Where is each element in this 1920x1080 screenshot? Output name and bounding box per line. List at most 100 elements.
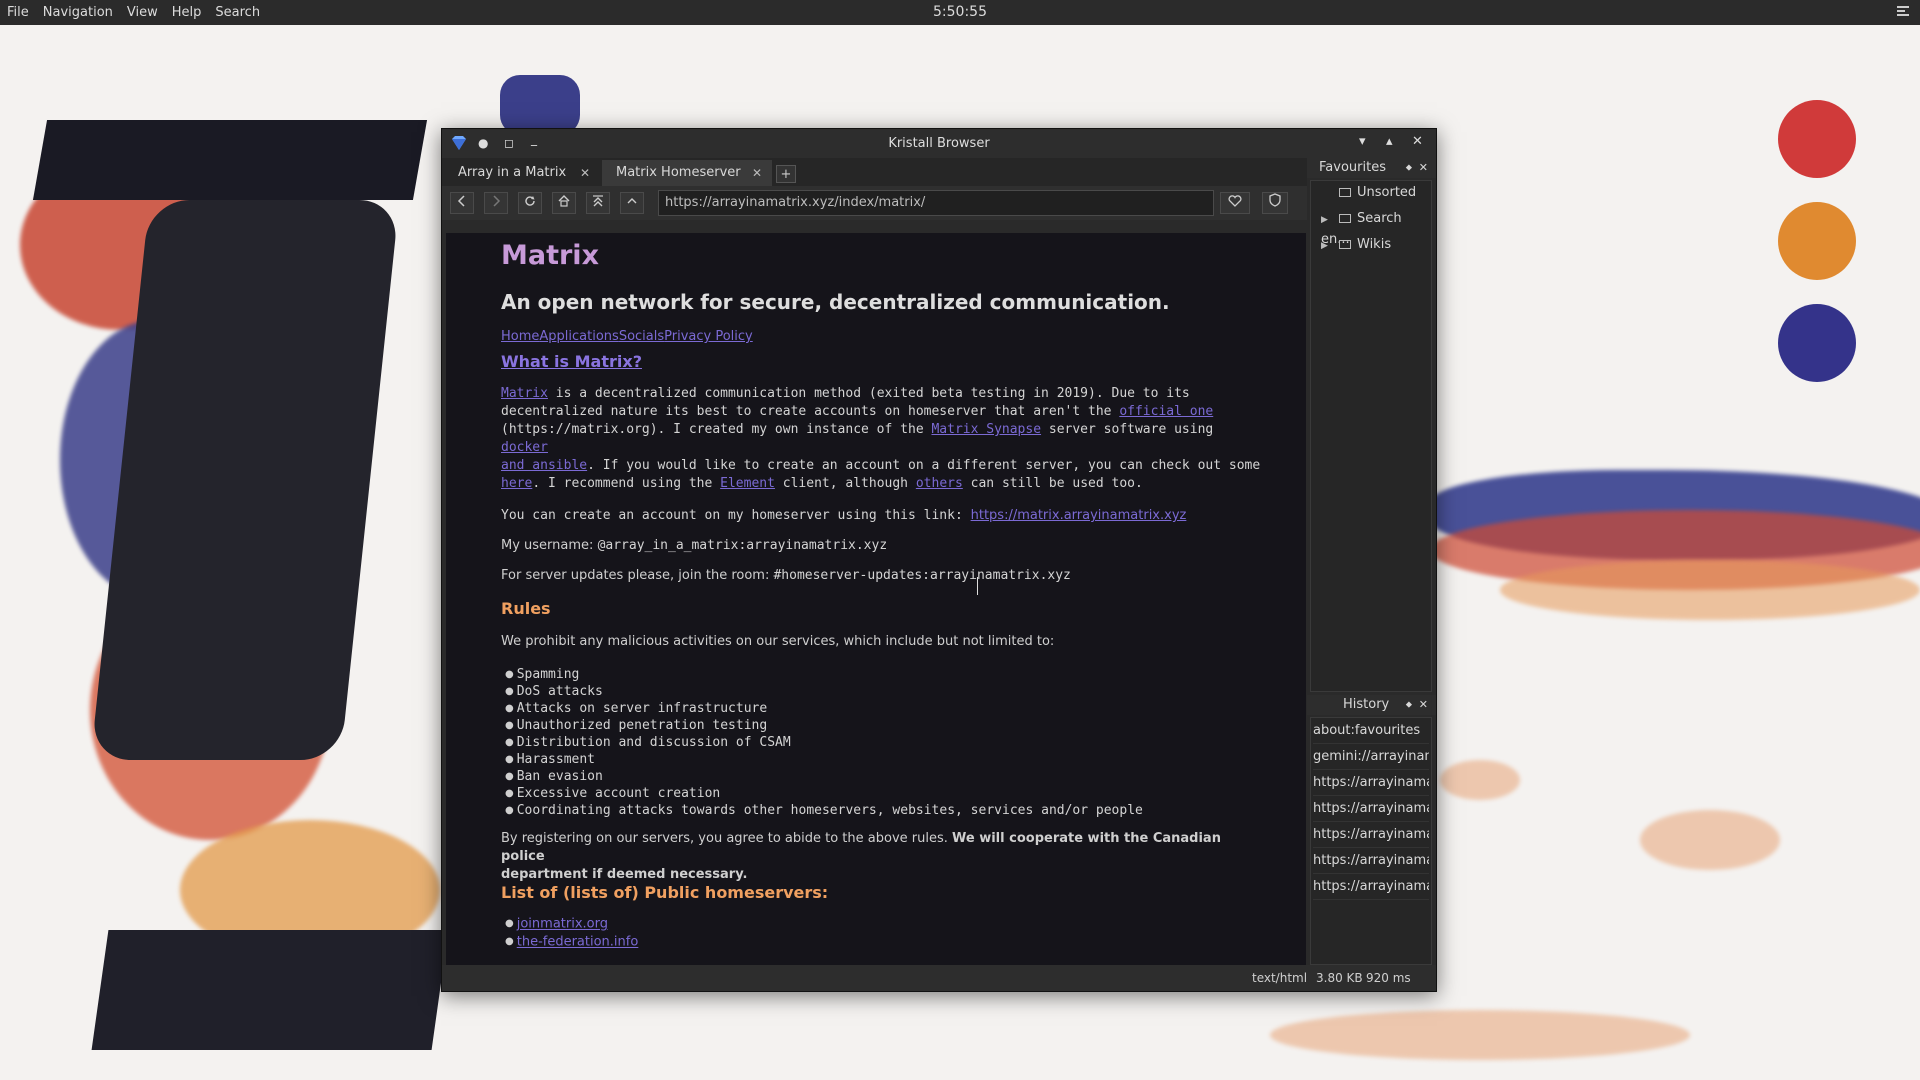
username-line: My username: @array_in_a_matrix:arrayina… [501, 537, 1261, 555]
minimize-icon[interactable]: ▾ [1359, 134, 1366, 149]
nav-home-link[interactable]: Home [501, 329, 539, 344]
tab-close-icon[interactable]: ✕ [752, 160, 762, 186]
list-item: ● Attacks on server infrastructure [505, 701, 768, 716]
float-icon[interactable]: ⬥ [1406, 158, 1412, 178]
chevron-right-icon [493, 195, 501, 207]
heart-icon [1228, 195, 1242, 207]
certificate-button[interactable] [1262, 192, 1288, 214]
rules-heading: Rules [501, 599, 551, 618]
username-value: @array_in_a_matrix:arrayinamatrix.xyz [597, 538, 888, 553]
menu-file[interactable]: File [0, 0, 36, 25]
list-item: ● DoS attacks [505, 684, 603, 699]
nav-toolbar: https://arrayinamatrix.xyz/index/matrix/ [442, 186, 1307, 220]
tray-menu-icon[interactable] [1896, 4, 1910, 18]
room-label: For server updates please, join the room… [501, 568, 774, 583]
menu-navigation[interactable]: Navigation [36, 0, 120, 25]
url-input[interactable]: https://arrayinamatrix.xyz/index/matrix/ [658, 190, 1214, 216]
intro-text: . If you would like to create an account… [587, 458, 1261, 473]
tab-close-icon[interactable]: ✕ [580, 160, 590, 186]
close-window-icon[interactable]: ✕ [1412, 134, 1423, 149]
root-button[interactable] [586, 192, 610, 214]
window-titlebar[interactable]: ● ◻ _ Kristall Browser ▾ ▴ ✕ [442, 129, 1436, 158]
room-line: For server updates please, join the room… [501, 567, 1261, 585]
status-bar: text/html 3.80 KB 920 ms [442, 965, 1436, 991]
favourites-header: Favourites ⬥ ✕ [1307, 158, 1436, 178]
tab-matrix-homeserver[interactable]: Matrix Homeserver ✕ [602, 160, 772, 186]
menu-search[interactable]: Search [208, 0, 267, 25]
tab-bar: Array in a Matrix ✕ Matrix Homeserver ✕ [442, 158, 1307, 186]
agree-text: By registering on our servers, you agree… [501, 831, 952, 846]
forward-button[interactable] [484, 192, 508, 214]
expand-icon[interactable]: ▶ [1321, 210, 1333, 230]
double-chevron-up-icon [593, 195, 603, 207]
agree-bold: department if deemed necessary. [501, 867, 748, 882]
parent-button[interactable] [620, 192, 644, 214]
folder-icon [1339, 188, 1351, 197]
element-link[interactable]: Element [720, 476, 775, 491]
close-icon[interactable]: ✕ [1419, 695, 1428, 715]
what-is-matrix-heading[interactable]: What is Matrix? [501, 352, 642, 371]
status-time: 920 ms [1366, 971, 1411, 985]
float-icon[interactable]: ⬥ [1406, 695, 1412, 715]
here-link[interactable]: here [501, 476, 532, 491]
tab-array-in-a-matrix[interactable]: Array in a Matrix ✕ [444, 160, 600, 186]
homeservers-list: ● joinmatrix.org ● the-federation.info [505, 915, 638, 951]
federation-info-link[interactable]: the-federation.info [517, 935, 639, 950]
intro-text: (https://matrix.org). I created my own i… [501, 422, 932, 437]
docker-link[interactable]: docker [501, 440, 548, 455]
reload-icon [525, 196, 535, 206]
ansible-link[interactable]: and ansible [501, 458, 587, 473]
rules-list: ● Spamming ● DoS attacks ● Attacks on serve… [505, 666, 1143, 819]
fav-item-unsorted[interactable]: Unsorted [1321, 183, 1416, 203]
history-item[interactable]: https://arrayinamat [1313, 796, 1429, 822]
others-link[interactable]: others [916, 476, 963, 491]
menu-view[interactable]: View [120, 0, 165, 25]
maximize-icon[interactable]: ▴ [1386, 134, 1393, 149]
expand-icon[interactable]: ▶ [1321, 236, 1333, 256]
new-tab-button[interactable]: + [776, 165, 796, 183]
home-icon [558, 195, 570, 207]
matrix-synapse-link[interactable]: Matrix Synapse [931, 422, 1041, 437]
nav-socials-link[interactable]: Socials [619, 329, 664, 344]
reload-button[interactable] [518, 192, 542, 214]
intro-text: client, although [774, 476, 916, 491]
matrix-link[interactable]: Matrix [501, 386, 548, 401]
history-item[interactable]: https://arrayinamat [1313, 874, 1429, 900]
nav-applications-link[interactable]: Applications [539, 329, 618, 344]
menu-help[interactable]: Help [165, 0, 209, 25]
desktop-blue-dot [1778, 304, 1856, 382]
status-size: 3.80 KB [1316, 971, 1363, 985]
close-icon[interactable]: ✕ [1419, 158, 1428, 178]
joinmatrix-link[interactable]: joinmatrix.org [517, 917, 608, 932]
page-subtitle: An open network for secure, decentralize… [501, 290, 1170, 314]
nav-privacy-link[interactable]: Privacy Policy [664, 329, 753, 344]
homeserver-link[interactable]: https://matrix.arrayinamatrix.xyz [971, 508, 1187, 523]
history-item[interactable]: https://arrayinamat [1313, 822, 1429, 848]
official-one-link[interactable]: official one [1119, 404, 1213, 419]
folder-icon [1339, 214, 1351, 223]
page-title: Matrix [501, 240, 599, 271]
homeservers-heading: List of (lists of) Public homeservers: [501, 883, 829, 902]
panel-clock: 5:50:55 [933, 4, 987, 20]
favourites-tree: Unsorted ▶ Search en... ▶ Wikis [1310, 180, 1432, 692]
desktop-orange-dot [1778, 202, 1856, 280]
back-button[interactable] [450, 192, 474, 214]
list-item: ● Ban evasion [505, 769, 603, 784]
favourite-button[interactable] [1220, 192, 1250, 214]
panel-menu: File Navigation View Help Search [0, 0, 267, 25]
browser-window: ● ◻ _ Kristall Browser ▾ ▴ ✕ Array in a … [441, 128, 1437, 992]
intro-paragraph: Matrix is a decentralized communication … [501, 385, 1261, 493]
tab-label: Matrix Homeserver [616, 165, 741, 180]
history-item[interactable]: gemini://arrayinam [1313, 744, 1429, 770]
list-item: ● Excessive account creation [505, 786, 721, 801]
history-item[interactable]: about:favourites [1313, 718, 1429, 744]
list-item: ● Unauthorized penetration testing [505, 718, 768, 733]
history-item[interactable]: https://arrayinamat [1313, 848, 1429, 874]
fav-item-wikis[interactable]: ▶ Wikis [1321, 235, 1391, 256]
history-item[interactable]: https://arrayinamat [1313, 770, 1429, 796]
home-button[interactable] [552, 192, 576, 214]
page-viewport[interactable]: Matrix An open network for secure, decen… [446, 233, 1306, 965]
intro-text: decentralized nature its best to create … [501, 404, 1120, 419]
list-item: ● joinmatrix.org [505, 916, 608, 932]
list-item: ● Distribution and discussion of CSAM [505, 735, 791, 750]
